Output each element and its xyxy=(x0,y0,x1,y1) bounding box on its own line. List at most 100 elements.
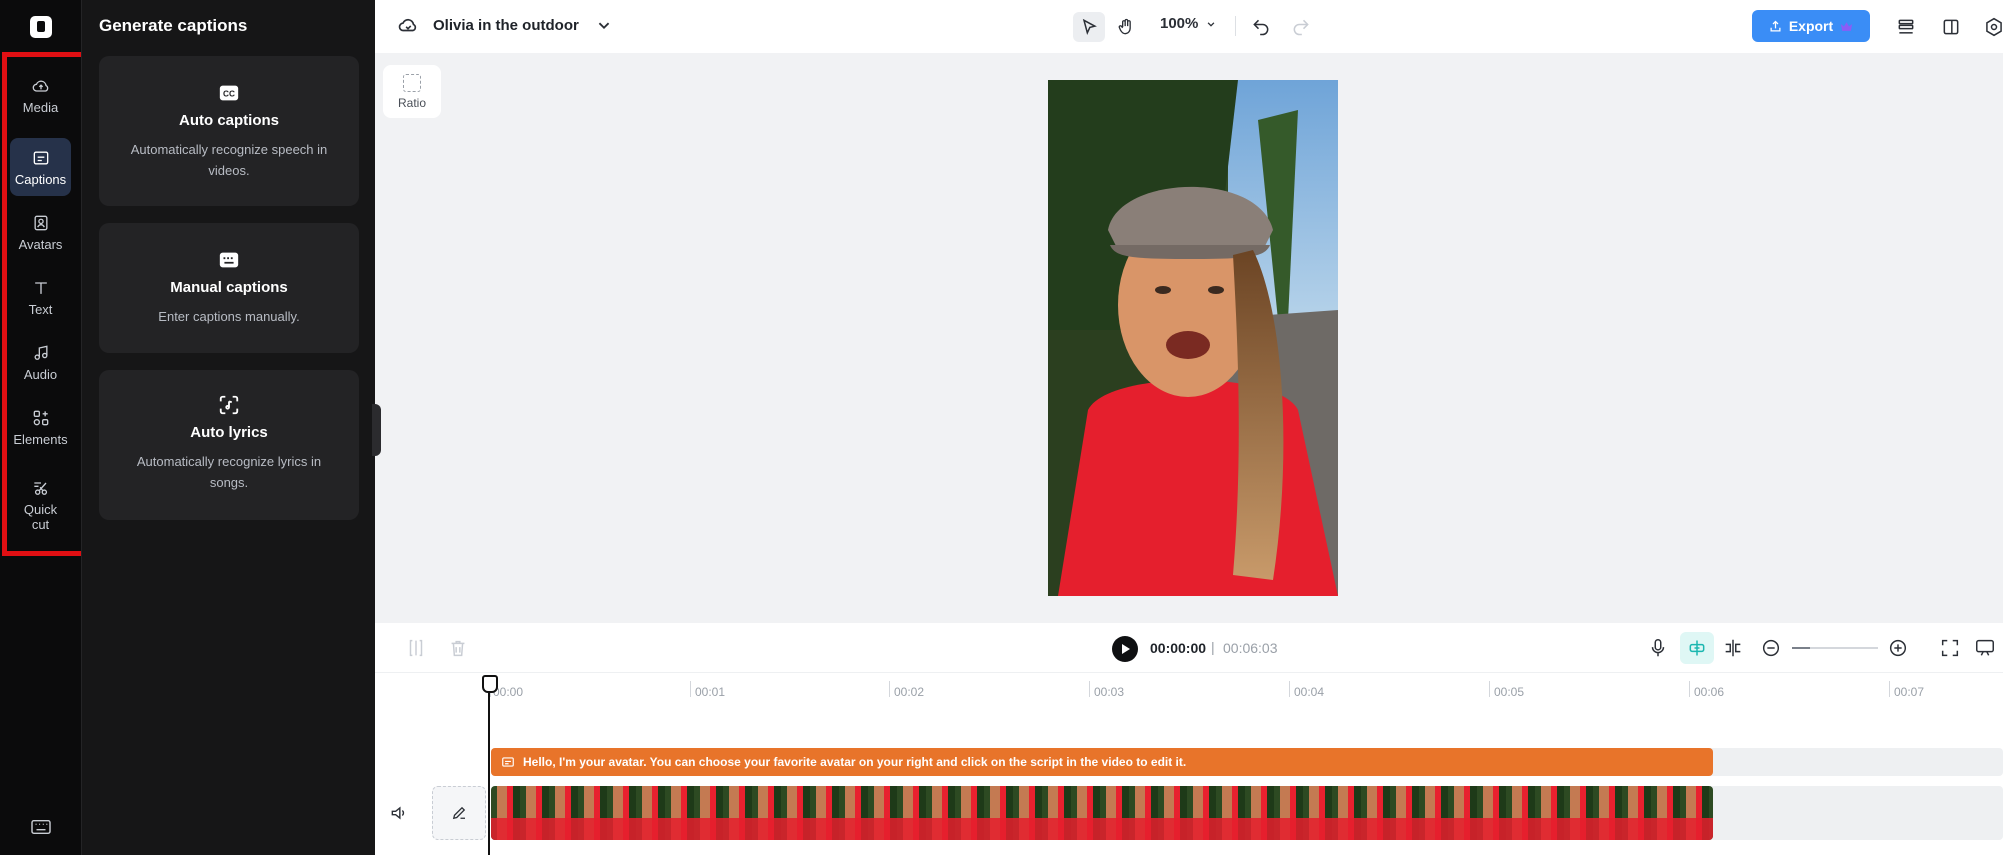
tick-mark xyxy=(1889,681,1890,697)
select-tool-button[interactable] xyxy=(1073,12,1105,42)
card-description: Automatically recognize lyrics in songs. xyxy=(136,454,322,490)
hand-icon xyxy=(1118,18,1131,35)
lyrics-scan-icon xyxy=(219,395,239,415)
tick-label: 00:03 xyxy=(1094,685,1125,699)
timeline-ruler[interactable]: 00:00 00:01 00:02 00:03 00:04 00:05 00:0… xyxy=(375,673,2003,701)
tick-mark xyxy=(690,681,691,697)
redo-button[interactable] xyxy=(1285,12,1317,42)
tick-label: 00:05 xyxy=(1494,685,1525,699)
cc-icon: CC xyxy=(219,85,239,101)
gear-icon xyxy=(1986,17,2002,37)
panel-title: Generate captions xyxy=(99,16,248,35)
music-note-icon xyxy=(34,345,47,360)
export-button[interactable]: Export xyxy=(1752,10,1870,42)
edit-cover-button[interactable] xyxy=(432,786,486,840)
feedback-icon[interactable] xyxy=(1974,637,1996,659)
playback-bar: 00:00:00 | 00:06:03 xyxy=(375,623,2003,673)
rail-item-label: Text xyxy=(28,301,53,317)
tick-label: 00:01 xyxy=(695,685,726,699)
elements-icon xyxy=(33,410,48,425)
rail-item-label: Captions xyxy=(14,171,67,187)
caption-clip-text: Hello, I'm your avatar. You can choose y… xyxy=(523,755,1187,769)
rail-item-label: Avatars xyxy=(18,236,63,252)
scissors-icon xyxy=(33,482,47,495)
tick-mark xyxy=(1089,681,1090,697)
current-time: 00:00:00 xyxy=(1150,640,1207,656)
zoom-selector[interactable]: 100% xyxy=(1160,15,1218,32)
hand-tool-button[interactable] xyxy=(1110,12,1142,42)
tick-mark xyxy=(889,681,890,697)
tick-label: 00:07 xyxy=(1894,685,1925,699)
project-name: Olivia in the outdoor xyxy=(433,16,579,34)
chevron-down-icon xyxy=(1208,21,1215,27)
export-label: Export xyxy=(1788,18,1834,34)
panel-collapse-handle[interactable] xyxy=(372,404,381,456)
undo-button[interactable] xyxy=(1245,12,1277,42)
card-description: Automatically recognize speech in videos… xyxy=(130,142,328,178)
zoom-in-icon[interactable] xyxy=(1887,637,1909,659)
project-selector[interactable]: Olivia in the outdoor xyxy=(397,14,615,36)
rail-item-audio[interactable]: Audio xyxy=(10,333,71,391)
crown-icon xyxy=(1841,21,1853,31)
icon-rail: Media Captions Avatars Text Audio Elemen… xyxy=(0,0,81,855)
keyboard-icon[interactable] xyxy=(30,818,52,836)
card-title: Manual captions xyxy=(170,279,288,296)
video-frame-image xyxy=(1048,80,1338,596)
rail-item-label: Audio xyxy=(23,366,58,382)
auto-lyrics-card[interactable]: Auto lyrics Automatically recognize lyri… xyxy=(99,370,359,520)
card-title: Auto lyrics xyxy=(190,424,268,441)
tick-label: 00:06 xyxy=(1694,685,1725,699)
manual-captions-card[interactable]: Manual captions Enter captions manually. xyxy=(99,223,359,353)
tick-mark xyxy=(1689,681,1690,697)
app-logo[interactable] xyxy=(30,16,52,38)
pointer-icon xyxy=(1082,18,1097,36)
time-separator: | xyxy=(1211,639,1215,655)
play-button[interactable] xyxy=(1112,636,1138,662)
settings-button[interactable] xyxy=(1978,12,2003,42)
rail-item-quick-cut[interactable]: Quick cut xyxy=(10,470,71,540)
avatar-icon xyxy=(34,215,47,230)
microphone-icon[interactable] xyxy=(1647,637,1669,659)
playhead[interactable] xyxy=(482,675,498,855)
split-clip-icon[interactable] xyxy=(405,637,427,659)
undo-icon xyxy=(1253,19,1269,36)
video-clip[interactable] xyxy=(491,786,1713,840)
speaker-icon[interactable] xyxy=(389,803,409,823)
redo-icon xyxy=(1293,19,1309,36)
tick-label: 00:04 xyxy=(1294,685,1325,699)
pencil-icon xyxy=(452,806,466,820)
split-panel-icon xyxy=(1943,19,1959,35)
timeline-zoom-slider[interactable] xyxy=(1792,647,1878,649)
zoom-out-icon[interactable] xyxy=(1760,637,1782,659)
tick-label: 00:02 xyxy=(894,685,925,699)
caption-clip[interactable]: Hello, I'm your avatar. You can choose y… xyxy=(491,748,1713,776)
layout-panel-button[interactable] xyxy=(1935,12,1967,42)
rail-item-avatars[interactable]: Avatars xyxy=(10,203,71,261)
chevron-down-icon xyxy=(598,22,610,30)
rail-item-elements[interactable]: Elements xyxy=(10,398,71,456)
card-description: Enter captions manually. xyxy=(158,309,300,324)
rail-item-label: Elements xyxy=(13,431,68,447)
split-view-icon[interactable] xyxy=(1722,637,1744,659)
captions-panel: Generate captions CC Auto captions Autom… xyxy=(81,0,375,855)
rail-item-captions[interactable]: Captions xyxy=(10,138,71,196)
cloud-sync-icon xyxy=(398,18,417,32)
auto-captions-card[interactable]: CC Auto captions Automatically recognize… xyxy=(99,56,359,206)
rail-item-label: Quick cut xyxy=(23,502,58,532)
rail-item-label: Media xyxy=(22,99,59,115)
captions-icon xyxy=(33,151,48,164)
cloud-upload-icon xyxy=(32,80,48,92)
magnet-snap-toggle[interactable] xyxy=(1680,632,1714,664)
magnet-icon xyxy=(1689,640,1705,656)
captions-icon xyxy=(502,757,514,767)
top-bar: Olivia in the outdoor 100% Export xyxy=(375,0,2003,53)
svg-text:CC: CC xyxy=(223,90,235,99)
video-preview[interactable] xyxy=(1048,80,1338,596)
ratio-button[interactable]: Ratio xyxy=(383,65,441,118)
tick-mark xyxy=(1289,681,1290,697)
layers-button[interactable] xyxy=(1890,12,1922,42)
rail-item-media[interactable]: Media xyxy=(10,66,71,124)
trash-icon[interactable] xyxy=(447,637,469,659)
fullscreen-icon[interactable] xyxy=(1939,637,1961,659)
rail-item-text[interactable]: Text xyxy=(10,268,71,326)
